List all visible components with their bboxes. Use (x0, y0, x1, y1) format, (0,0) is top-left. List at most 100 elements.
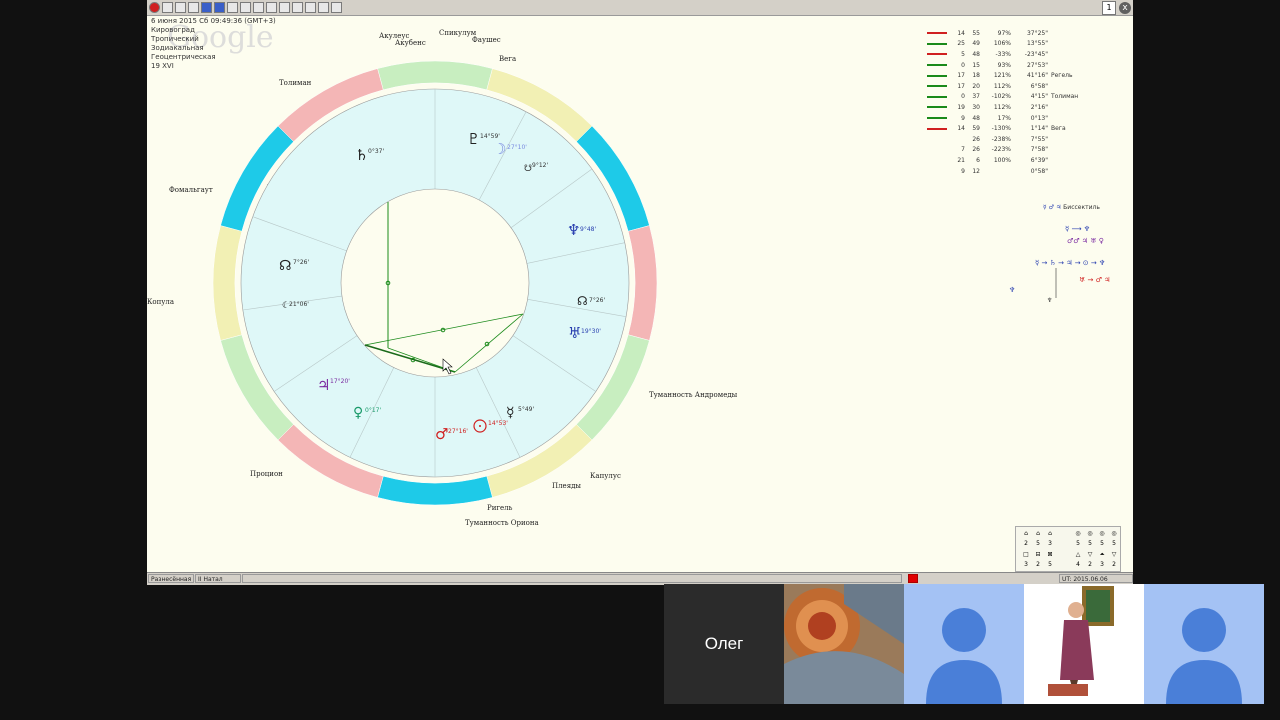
node-glyph: ☋ (524, 164, 532, 174)
planet-table-cell: 93% (997, 61, 1011, 69)
planet-table: 14 55 97% 37°25" 25 49 106% 13°55" 5 48 -33% -23°45… (927, 28, 1094, 176)
chart-icon[interactable] (214, 2, 225, 13)
video-call-bar: Олег (664, 584, 1264, 704)
planet-table-cell: 6 (976, 156, 980, 164)
planet-table-cell: 13°55" (1026, 40, 1048, 48)
planet-table-cell: 37 (972, 93, 980, 101)
participant-tile-painting[interactable] (1024, 584, 1144, 704)
aspect-summary-cell: ⌂ (1036, 530, 1040, 537)
planet-table-cell: 2°16" (1030, 103, 1048, 111)
uranus-glyph: ♅ (568, 324, 581, 342)
strength-bar (927, 159, 947, 161)
planet-table-row: 21 6 100% 6°39" (927, 155, 1094, 166)
planet-table-row: 17 20 112% 6°58" (927, 81, 1094, 92)
status-mode[interactable]: Разнесённая (148, 574, 194, 583)
planet-table-cell: -33% (995, 50, 1011, 58)
jupiter-glyph: ♃ (317, 376, 330, 394)
planet-table-cell: 49 (972, 40, 980, 48)
zodiac-segment (377, 475, 493, 506)
page-number-field[interactable]: 1 (1102, 1, 1116, 15)
planet-table-cell: 48 (972, 50, 980, 58)
sun-glyph-dot (479, 425, 481, 427)
compass-icon[interactable] (305, 2, 316, 13)
planet-table-cell: 55 (972, 29, 980, 37)
planet-table-cell: 18 (972, 72, 980, 80)
planet-table-cell: 12 (972, 167, 980, 175)
map-icon[interactable] (279, 2, 290, 13)
north-node-degree: 7°26' (293, 259, 309, 266)
uranus-degree: 19°30' (581, 328, 601, 335)
aspect-summary-cell: 5 (1100, 540, 1104, 547)
aspect-diagram-glyph: ♅ → ♂ ♃ (1079, 276, 1110, 284)
planet-table-cell: Вега (1051, 125, 1066, 133)
aspect-summary-cell: ⌂ (1024, 530, 1028, 537)
planet-table-cell: -223% (991, 146, 1011, 154)
print-icon[interactable] (331, 2, 342, 13)
status-empty (242, 574, 902, 583)
planet-table-cell: 0 (961, 93, 965, 101)
aspect-summary-cell: ⊟ (1035, 551, 1041, 558)
planet-table-cell: 100% (993, 156, 1011, 164)
close-icon[interactable]: x (1119, 2, 1131, 14)
strength-bar (927, 106, 947, 109)
planet-table-cell: 17 (957, 72, 965, 80)
settings-icon[interactable] (188, 2, 199, 13)
planet-table-cell: 17 (957, 82, 965, 90)
painting-image (1024, 584, 1144, 704)
planet-table-cell: 0 (961, 61, 965, 69)
participant-name-tile[interactable]: Олег (664, 584, 784, 704)
participant-tile-mosaic[interactable] (784, 584, 904, 704)
neptune-degree: 9°48' (580, 226, 596, 233)
refresh-icon[interactable] (175, 2, 186, 13)
aspect-summary-cell: 2 (1088, 561, 1092, 568)
strength-bar (927, 127, 947, 130)
strength-bar (927, 138, 947, 140)
planet-table-row: 5 48 -33% -23°45" (927, 49, 1094, 60)
status-natal[interactable]: II Натал (195, 574, 241, 583)
aspect-summary-cell: 5 (1076, 540, 1080, 547)
aspect-glyphs: ☿ ♂ ♃ (1043, 204, 1064, 211)
list-icon[interactable] (162, 2, 173, 13)
star-orion: Туманность Ориона (465, 519, 539, 527)
planet-table-cell: 26 (972, 146, 980, 154)
star-akubens: Акубенс (395, 39, 426, 47)
aspect-diagram-glyph: ♆ (1009, 286, 1015, 294)
calendar-icon[interactable] (253, 2, 264, 13)
planet-table-cell: 14 (957, 29, 965, 37)
saturn-glyph: ♄ (355, 146, 368, 164)
strength-bar (927, 53, 947, 56)
planet-table-row: 9 48 17% 0°13" (927, 113, 1094, 124)
planet-table-cell: 5 (961, 50, 965, 58)
aspect-summary-cell: 5 (1048, 561, 1052, 568)
planet-table-cell: 59 (972, 125, 980, 133)
strength-bar (927, 95, 947, 98)
star-faust: Фаушес (472, 36, 501, 44)
participant-tile-avatar[interactable] (904, 584, 1024, 704)
aspect-summary-cell: ▽ (1111, 551, 1117, 558)
planet-table-cell: 26 (972, 135, 980, 143)
pluto-glyph: ♇ (467, 130, 480, 148)
aspects-icon[interactable] (292, 2, 303, 13)
planet-table-cell: 30 (972, 103, 980, 111)
participant-tile-avatar-2[interactable] (1144, 584, 1264, 704)
grid-icon[interactable] (240, 2, 251, 13)
window-icon[interactable] (266, 2, 277, 13)
star-icon[interactable] (318, 2, 329, 13)
venus-glyph: ♀ (353, 405, 363, 421)
star-formalhaut: Фомальгаут (169, 186, 213, 194)
lilith-glyph: ☊ (577, 294, 588, 308)
lilith-degree: 7°26' (589, 297, 605, 304)
aspect-summary-cell: ⌂ (1048, 530, 1052, 537)
close-chart-icon[interactable] (201, 2, 212, 13)
strength-bar (927, 170, 947, 172)
stop-icon[interactable] (149, 2, 160, 13)
aspect-summary-cell: 5 (1112, 540, 1116, 547)
table-icon[interactable] (227, 2, 238, 13)
planet-table-cell: 112% (993, 82, 1011, 90)
planet-table-cell: 4°15" (1030, 93, 1048, 101)
planet-table-row: 14 55 97% 37°25" (927, 28, 1094, 39)
aspect-summary-cell: ◎ (1075, 530, 1081, 537)
neptune-glyph: ♆ (567, 221, 580, 239)
star-toliman: Толиман (279, 79, 312, 87)
planet-table-cell: -130% (991, 125, 1011, 133)
